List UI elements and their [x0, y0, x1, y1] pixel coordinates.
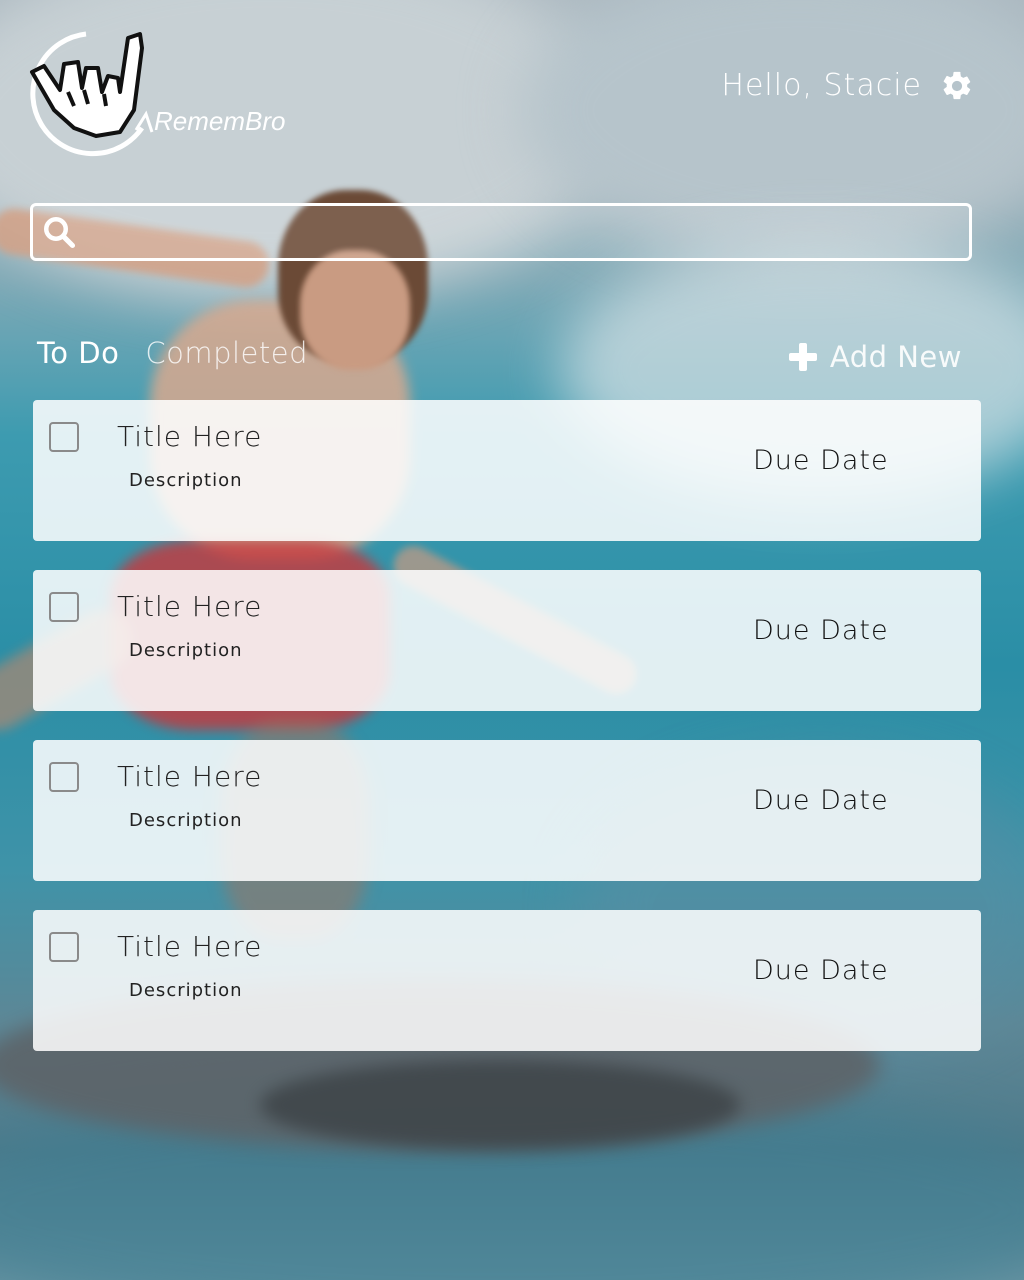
app-logo[interactable]: RememBro — [24, 28, 324, 160]
task-due-date: Due Date — [753, 445, 889, 476]
task-list: Title Here Description Due Date Title He… — [33, 400, 981, 1080]
shaka-hand-icon: RememBro — [30, 31, 285, 157]
task-description: Description — [129, 640, 243, 661]
add-new-label: Add New — [829, 340, 962, 374]
task-card[interactable]: Title Here Description Due Date — [33, 910, 981, 1051]
task-description: Description — [129, 980, 243, 1001]
task-due-date: Due Date — [753, 785, 889, 816]
gear-icon[interactable] — [940, 69, 974, 103]
user-header: Hello, Stacie — [721, 68, 974, 103]
task-title: Title Here — [117, 930, 263, 963]
task-due-date: Due Date — [753, 615, 889, 646]
task-card[interactable]: Title Here Description Due Date — [33, 740, 981, 881]
task-checkbox[interactable] — [49, 762, 79, 792]
task-checkbox[interactable] — [49, 592, 79, 622]
greeting-text: Hello, Stacie — [721, 68, 922, 103]
task-checkbox[interactable] — [49, 932, 79, 962]
search-bar[interactable] — [30, 203, 972, 261]
task-checkbox[interactable] — [49, 422, 79, 452]
task-title: Title Here — [117, 420, 263, 453]
tab-completed[interactable]: Completed — [145, 336, 308, 370]
add-new-button[interactable]: Add New — [788, 340, 962, 374]
task-due-date: Due Date — [753, 955, 889, 986]
task-description: Description — [129, 810, 243, 831]
task-title: Title Here — [117, 760, 263, 793]
task-description: Description — [129, 470, 243, 491]
task-title: Title Here — [117, 590, 263, 623]
task-card[interactable]: Title Here Description Due Date — [33, 570, 981, 711]
tab-to-do[interactable]: To Do — [37, 336, 119, 370]
search-input[interactable] — [77, 206, 969, 258]
plus-icon — [788, 342, 818, 372]
app-name: RememBro — [154, 106, 285, 136]
task-card[interactable]: Title Here Description Due Date — [33, 400, 981, 541]
task-tabs: To Do Completed — [37, 336, 308, 370]
search-icon[interactable] — [41, 214, 77, 250]
